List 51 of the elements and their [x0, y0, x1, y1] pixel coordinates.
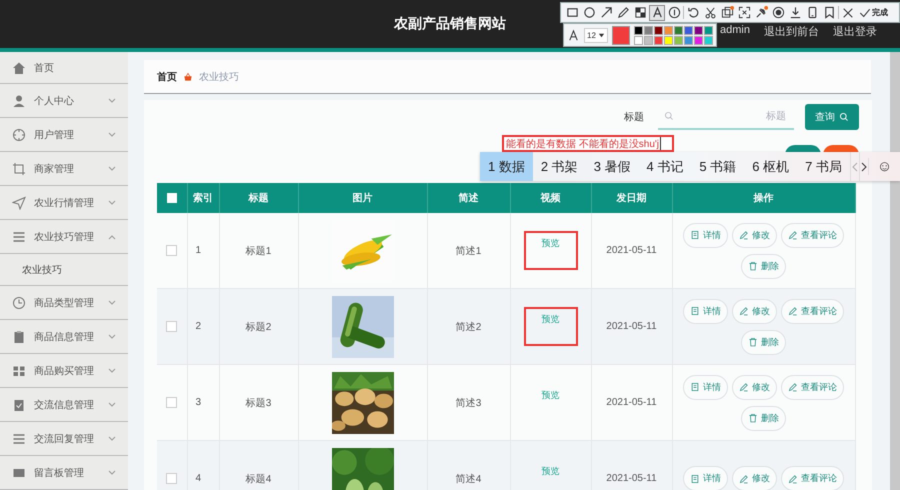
row-action-button[interactable]: 删除 [741, 254, 786, 278]
column-header: 索引 [187, 183, 219, 213]
row-action-button[interactable]: 详情 [683, 466, 728, 490]
row-action-button[interactable]: 修改 [732, 298, 777, 324]
column-header: 图片 [298, 183, 427, 213]
column-header: 视频 [510, 183, 591, 213]
row-action-button[interactable]: 详情 [683, 298, 728, 324]
ime-candidate[interactable]: 3 暑假 [586, 152, 639, 181]
table-cell: 2021-05-11 [591, 288, 672, 364]
site-title: 农副产品销售网站 [394, 15, 506, 33]
header-link[interactable]: 退出登录 [832, 24, 877, 39]
table-cell: 标题4 [219, 440, 298, 490]
table-cell: 4 [187, 440, 219, 490]
search-button[interactable]: 查询 [805, 104, 859, 130]
ime-candidate[interactable]: 6 枢机 [744, 152, 798, 181]
row-action-button[interactable]: 删除 [741, 330, 786, 354]
column-header: 发日期 [591, 183, 672, 213]
column-header: 操作 [672, 183, 855, 213]
row-action-button[interactable]: 详情 [683, 222, 728, 248]
ime-candidate[interactable]: 4 书记 [638, 152, 692, 181]
row-action-button[interactable]: 修改 [732, 374, 777, 400]
row-action-button[interactable]: 修改 [732, 466, 777, 490]
annotation-text-box[interactable]: 能看的是有数据 不能看的是没shu'j [502, 135, 674, 152]
row-action-button[interactable]: 删除 [741, 406, 786, 430]
header-link[interactable]: 退出到前台 [764, 24, 819, 39]
ime-candidate[interactable]: 1 数据 [480, 152, 533, 181]
table-cell: 简述4 [427, 440, 510, 490]
column-header: 简述 [427, 183, 510, 213]
search-label: 标题 [624, 110, 644, 124]
emoji-button[interactable]: ☺ [868, 158, 900, 175]
breadcrumb-item[interactable]: 首页 [157, 70, 177, 84]
row-action-button[interactable]: 查看评论 [781, 298, 844, 324]
header-link[interactable]: admin [720, 24, 750, 39]
ime-candidate[interactable]: 5 书籍 [691, 152, 744, 181]
table-cell: 标题2 [219, 288, 298, 364]
table-cell: 简述2 [427, 288, 510, 364]
row-action-button[interactable]: 修改 [732, 222, 777, 248]
done-button[interactable]: 完成 [857, 6, 890, 18]
search-field[interactable]: 标题 [680, 110, 788, 122]
column-header: 标题 [219, 183, 298, 213]
ime-candidate[interactable]: 2 书架 [532, 152, 586, 181]
table-cell: 2021-05-11 [591, 440, 672, 490]
ime-candidate[interactable]: 7 书局 [797, 152, 850, 181]
annotation-text: 能看的是有数据 不能看的是没shu'j [506, 138, 660, 150]
row-action-button[interactable]: 查看评论 [781, 222, 844, 248]
font-size-dropdown[interactable]: 12 [584, 28, 608, 42]
row-action-button[interactable]: 查看评论 [781, 466, 844, 490]
row-action-button[interactable]: 详情 [683, 374, 728, 400]
breadcrumb-item: 农业技巧 [199, 70, 239, 84]
row-action-button[interactable]: 查看评论 [781, 374, 844, 400]
table-cell: 2 [187, 288, 219, 364]
